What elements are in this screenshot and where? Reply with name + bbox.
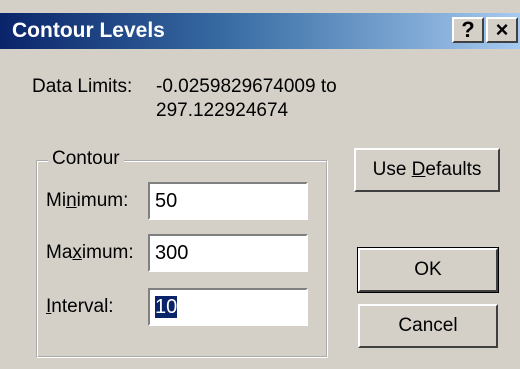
data-limits-range-end: 297.122924674	[156, 100, 289, 121]
interval-selected-text: 10	[155, 296, 178, 318]
help-icon[interactable]: ?	[452, 17, 484, 43]
contour-group-title: Contour	[48, 148, 124, 170]
use-defaults-button[interactable]: Use Defaults	[354, 148, 500, 192]
title-bar[interactable]: Contour Levels ? ×	[0, 13, 520, 49]
data-limits-label: Data Limits:	[32, 76, 133, 97]
cancel-button[interactable]: Cancel	[358, 304, 498, 348]
maximum-label: Maximum:	[46, 242, 134, 263]
window-title: Contour Levels	[12, 19, 165, 42]
interval-label: Interval:	[46, 296, 114, 317]
ok-button[interactable]: OK	[357, 247, 499, 293]
interval-input[interactable]: 10	[148, 288, 308, 326]
close-icon[interactable]: ×	[486, 17, 518, 43]
minimum-input[interactable]: 50	[148, 182, 308, 220]
data-limits-range-start: -0.0259829674009 to	[156, 76, 337, 97]
contour-levels-dialog: Contour Levels ? × Data Limits: -0.02598…	[0, 0, 520, 369]
maximum-input[interactable]: 300	[148, 234, 308, 272]
minimum-label: Minimum:	[46, 190, 129, 211]
